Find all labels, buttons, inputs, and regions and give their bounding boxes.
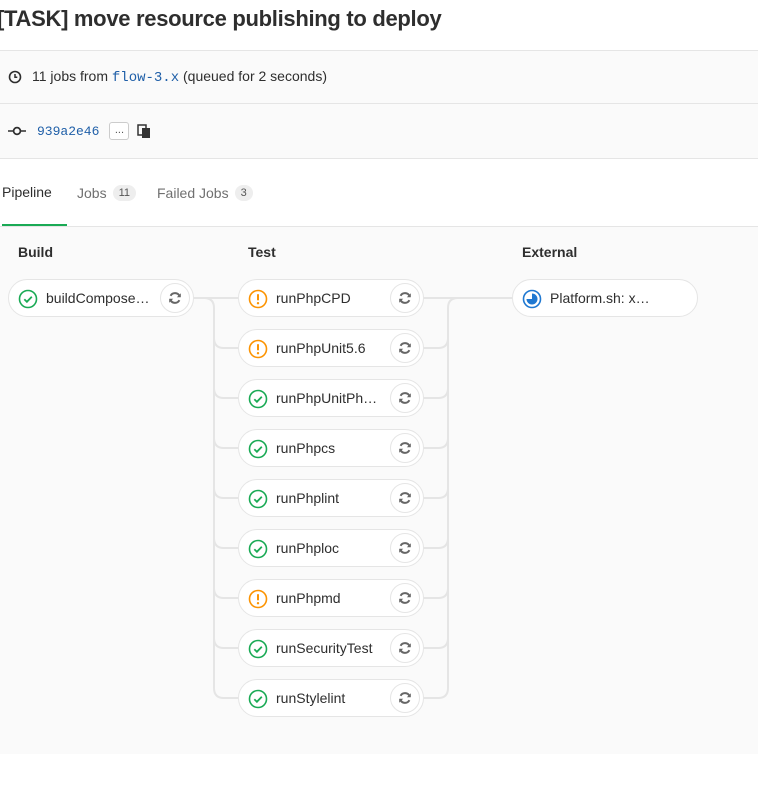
warning-status-icon [248,339,268,364]
warning-status-icon [248,289,268,314]
pipeline-graph: Build Test External buildCompose… runPhp… [0,227,758,754]
job-name: runPhpUnitPh… [276,390,378,406]
job-platform-sh[interactable]: Platform.sh: x… [512,279,698,317]
success-status-icon [248,439,268,464]
job-run-phpmd[interactable]: runPhpmd [238,579,424,617]
stage-title-build: Build [18,244,53,260]
success-status-icon [248,689,268,714]
jobs-count-text: 11 jobs from [32,68,108,84]
stage-title-external: External [522,244,578,260]
jobs-summary: 11 jobs from flow-3.x (queued for 2 seco… [32,68,327,86]
job-name: Platform.sh: x… [550,290,650,306]
job-name: runPhpmd [276,590,341,606]
retry-icon[interactable] [390,533,420,563]
retry-icon[interactable] [390,683,420,713]
job-run-stylelint[interactable]: runStylelint [238,679,424,717]
queued-text: (queued for 2 seconds) [183,68,327,84]
commit-sha-link[interactable]: 939a2e46 [37,124,99,139]
success-status-icon [248,389,268,414]
success-status-icon [248,489,268,514]
retry-icon[interactable] [390,433,420,463]
retry-icon[interactable] [390,383,420,413]
job-run-phploc[interactable]: runPhploc [238,529,424,567]
running-status-icon [522,289,542,314]
job-run-phpcs[interactable]: runPhpcs [238,429,424,467]
commit-icon [8,125,26,137]
pipeline-info-row: 11 jobs from flow-3.x (queued for 2 seco… [0,50,758,104]
tab-jobs-label: Jobs [77,184,107,201]
job-run-phplint[interactable]: runPhplint [238,479,424,517]
commit-message-toggle-button[interactable]: ... [109,122,130,140]
tab-jobs[interactable]: Jobs 11 [77,159,136,226]
failed-jobs-count-badge: 3 [234,184,253,201]
success-status-icon [18,289,38,314]
job-name: runPhplint [276,490,340,506]
copy-icon[interactable] [137,123,151,139]
retry-icon[interactable] [390,483,420,513]
warning-status-icon [248,589,268,614]
branch-link[interactable]: flow-3.x [112,70,179,86]
tab-pipeline[interactable]: Pipeline [2,159,67,226]
retry-icon[interactable] [390,333,420,363]
job-name: runPhpUnit5.6 [276,340,366,356]
job-name: runSecurityTest [276,640,373,656]
job-run-php-unit-5-6[interactable]: runPhpUnit5.6 [238,329,424,367]
jobs-count-badge: 11 [112,184,136,201]
retry-icon[interactable] [390,283,420,313]
job-run-php-unit-ph[interactable]: runPhpUnitPh… [238,379,424,417]
job-build-compose[interactable]: buildCompose… [8,279,194,317]
job-run-security-test[interactable]: runSecurityTest [238,629,424,667]
success-status-icon [248,639,268,664]
tab-failed-jobs-label: Failed Jobs [157,184,229,201]
job-run-php-cpd[interactable]: runPhpCPD [238,279,424,317]
retry-icon[interactable] [390,583,420,613]
stage-title-test: Test [248,244,276,260]
tab-pipeline-label: Pipeline [2,183,52,200]
job-name: buildCompose… [46,290,150,306]
job-name: runPhpcs [276,440,336,456]
clock-icon [8,70,22,84]
commit-info-row: 939a2e46 ... [0,104,758,159]
pipeline-tabs: Pipeline Jobs 11 Failed Jobs 3 [0,159,758,227]
retry-icon[interactable] [390,633,420,663]
success-status-icon [248,539,268,564]
tab-failed-jobs[interactable]: Failed Jobs 3 [157,159,253,226]
page-title: [TASK] move resource publishing to deplo… [0,6,442,31]
job-name: runPhploc [276,540,340,556]
job-name: runPhpCPD [276,290,351,306]
job-name: runStylelint [276,690,346,706]
retry-icon[interactable] [160,283,190,313]
